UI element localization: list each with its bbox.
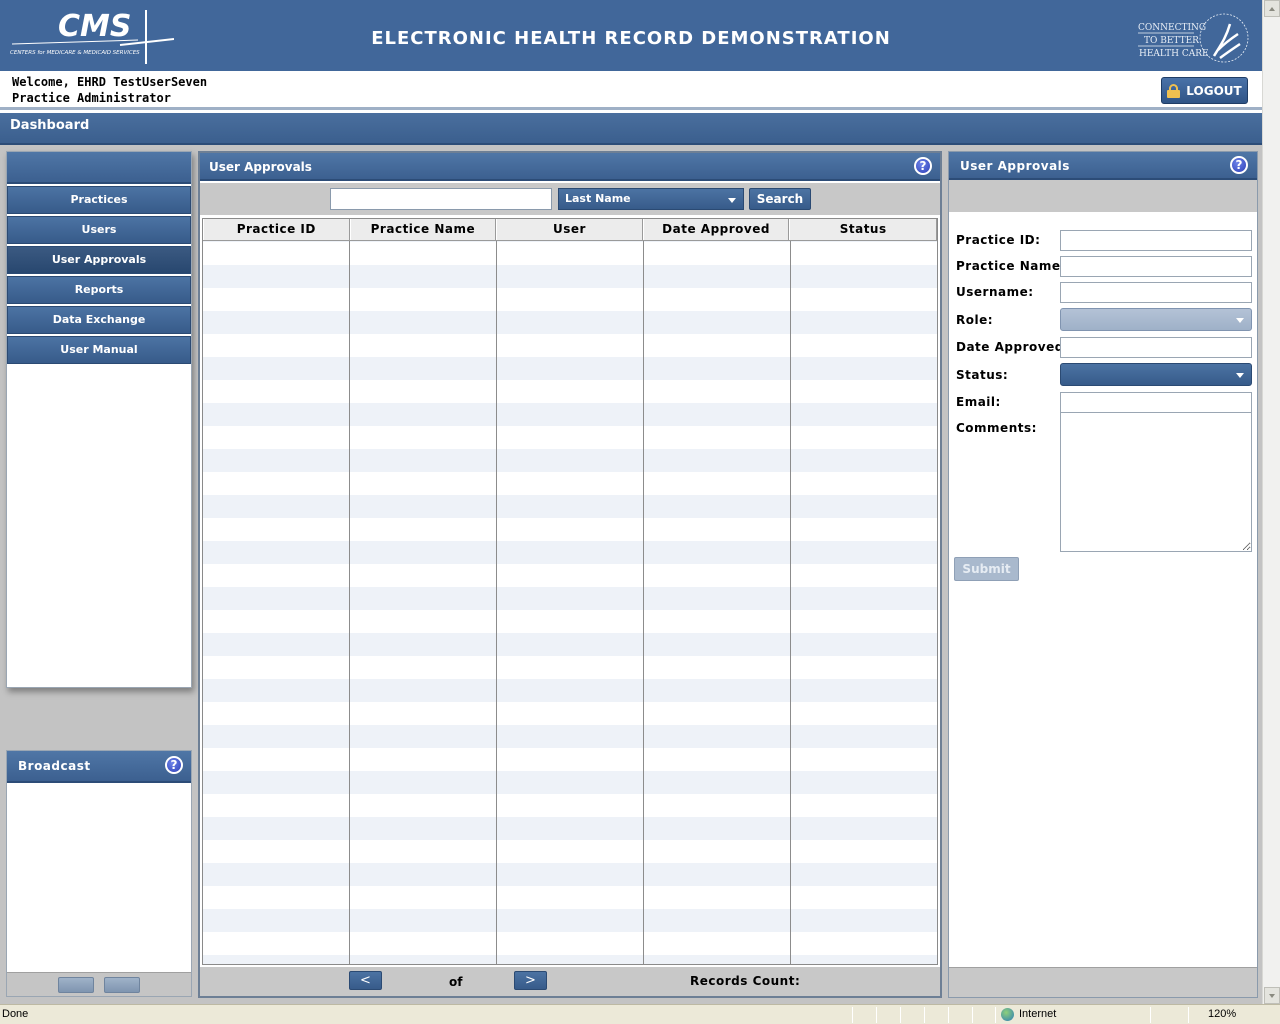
submit-button[interactable]: Submit — [954, 557, 1019, 581]
nav-item-practices[interactable]: Practices — [7, 186, 191, 214]
status-label: Status: — [956, 368, 1009, 382]
email-field[interactable] — [1060, 392, 1252, 413]
search-by-select[interactable]: Last Name — [558, 188, 744, 210]
nav-panel: Practices Users User Approvals Reports D… — [6, 151, 192, 688]
app-title: ELECTRONIC HEALTH RECORD DEMONSTRATION — [371, 28, 891, 49]
hhs-tagline-2: TO BETTER — [1144, 36, 1199, 46]
hhs-tagline-1: CONNECTING — [1138, 23, 1206, 33]
page-scrollbar[interactable] — [1262, 0, 1280, 1004]
approvals-table: Practice ID Practice Name User Date Appr… — [202, 218, 938, 965]
list-panel-header: User Approvals ? — [200, 153, 940, 181]
broadcast-help-icon[interactable]: ? — [165, 756, 183, 774]
zoom-level[interactable]: 120% — [1208, 1008, 1236, 1020]
status-text: Done — [2, 1008, 29, 1020]
nav-item-user-approvals[interactable]: User Approvals — [7, 246, 191, 274]
status-separator — [924, 1007, 925, 1023]
app-header: CMS CENTERS for MEDICARE & MEDICAID SERV… — [0, 0, 1262, 71]
search-input[interactable] — [330, 188, 552, 210]
username-field[interactable] — [1060, 282, 1252, 303]
status-separator — [948, 1007, 949, 1023]
search-bar: Last Name Search — [200, 183, 940, 215]
email-label: Email: — [956, 395, 1001, 409]
column-divider — [643, 241, 644, 964]
status-separator — [972, 1007, 973, 1023]
table-header: Practice ID Practice Name User Date Appr… — [203, 219, 937, 241]
column-header-date-approved[interactable]: Date Approved — [642, 219, 790, 240]
page-of-label: of — [449, 975, 463, 989]
role-select[interactable] — [1060, 308, 1252, 331]
broadcast-prev-button[interactable] — [58, 977, 94, 993]
broadcast-footer — [7, 972, 191, 996]
dashboard-bar: Dashboard — [0, 113, 1262, 145]
details-panel-title: User Approvals — [960, 159, 1070, 173]
column-divider — [496, 241, 497, 964]
lock-icon — [1167, 83, 1181, 98]
nav-item-reports[interactable]: Reports — [7, 276, 191, 304]
user-approvals-list-panel: User Approvals ? Last Name Search Practi… — [198, 151, 942, 998]
broadcast-header: Broadcast ? — [7, 751, 191, 783]
details-panel-header: User Approvals ? — [949, 152, 1257, 180]
logout-button[interactable]: LOGOUT — [1161, 77, 1248, 104]
details-toolbar — [949, 180, 1257, 212]
user-bar: Welcome, EHRD TestUserSeven Practice Adm… — [0, 71, 1262, 110]
chevron-down-icon — [1236, 318, 1244, 323]
scroll-up-button[interactable] — [1264, 0, 1280, 17]
status-separator — [900, 1007, 901, 1023]
practice-name-field[interactable] — [1060, 256, 1252, 277]
scroll-down-button[interactable] — [1264, 987, 1280, 1004]
hhs-logo: CONNECTING TO BETTER HEALTH CARE — [1136, 8, 1256, 68]
column-header-practice-name[interactable]: Practice Name — [349, 219, 497, 240]
details-footer — [949, 967, 1257, 997]
practice-name-label: Practice Name: — [956, 259, 1066, 273]
status-separator — [852, 1007, 853, 1023]
user-approval-details-panel: User Approvals ? Practice ID: Practice N… — [948, 151, 1258, 998]
browser-status-bar: Done Internet 120% — [0, 1004, 1280, 1024]
workspace: Practices Users User Approvals Reports D… — [0, 145, 1262, 1004]
nav-item-data-exchange[interactable]: Data Exchange — [7, 306, 191, 334]
practice-id-field[interactable] — [1060, 230, 1252, 251]
comments-label: Comments: — [956, 421, 1037, 435]
status-separator — [995, 1007, 996, 1023]
previous-page-button[interactable]: < — [349, 971, 382, 990]
details-help-icon[interactable]: ? — [1230, 156, 1248, 174]
column-header-user[interactable]: User — [496, 219, 643, 240]
status-separator — [1150, 1007, 1151, 1023]
pager-bar: < of > Records Count: — [200, 967, 940, 996]
status-separator — [876, 1007, 877, 1023]
broadcast-panel: Broadcast ? — [6, 750, 192, 997]
cms-tagline: CENTERS for MEDICARE & MEDICAID SERVICES — [10, 50, 140, 56]
dashboard-title: Dashboard — [10, 118, 90, 133]
date-approved-field[interactable] — [1060, 337, 1252, 358]
user-role-text: Practice Administrator — [12, 91, 171, 105]
date-approved-label: Date Approved: — [956, 340, 1070, 354]
records-count-label: Records Count: — [690, 974, 801, 988]
practice-id-label: Practice ID: — [956, 233, 1041, 247]
chevron-down-icon — [728, 198, 736, 203]
logout-label: LOGOUT — [1186, 83, 1242, 98]
chevron-down-icon — [1236, 373, 1244, 378]
welcome-text: Welcome, EHRD TestUserSeven — [12, 75, 208, 89]
search-by-value: Last Name — [565, 192, 631, 205]
column-header-practice-id[interactable]: Practice ID — [203, 219, 350, 240]
nav-item-users[interactable]: Users — [7, 216, 191, 244]
column-header-status[interactable]: Status — [789, 219, 937, 240]
column-divider — [349, 241, 350, 964]
nav-panel-header — [7, 152, 191, 184]
next-page-button[interactable]: > — [514, 971, 547, 990]
comments-field[interactable] — [1060, 412, 1252, 552]
role-label: Role: — [956, 313, 994, 327]
list-help-icon[interactable]: ? — [914, 157, 932, 175]
username-label: Username: — [956, 285, 1034, 299]
broadcast-title: Broadcast — [18, 759, 91, 773]
internet-zone-icon — [1001, 1008, 1014, 1021]
list-panel-title: User Approvals — [209, 160, 312, 174]
status-separator — [1188, 1007, 1189, 1023]
security-zone-text: Internet — [1019, 1008, 1057, 1020]
nav-item-user-manual[interactable]: User Manual — [7, 336, 191, 364]
column-divider — [790, 241, 791, 964]
status-select[interactable] — [1060, 363, 1252, 386]
search-button[interactable]: Search — [749, 188, 811, 210]
hhs-tagline-3: HEALTH CARE — [1139, 49, 1209, 59]
broadcast-next-button[interactable] — [104, 977, 140, 993]
